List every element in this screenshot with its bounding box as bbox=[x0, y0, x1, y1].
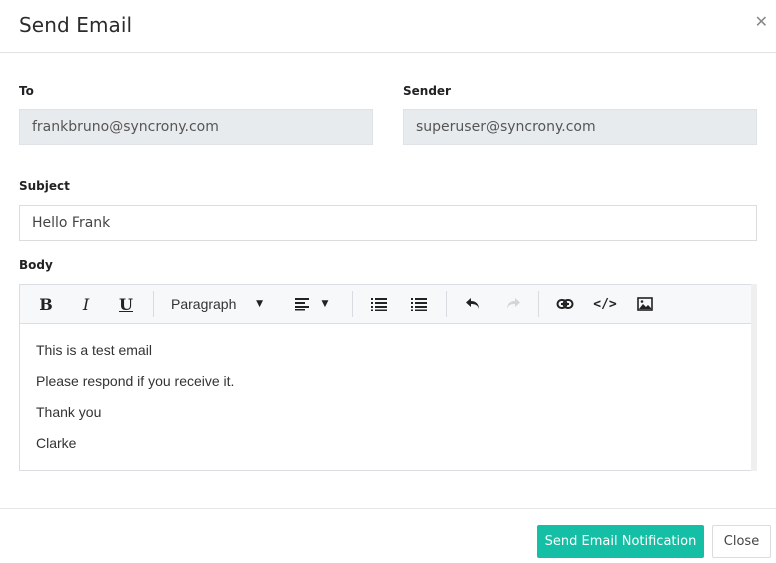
subject-input[interactable]: Hello Frank bbox=[19, 205, 757, 241]
editor-content[interactable]: This is a test email Please respond if y… bbox=[36, 342, 234, 466]
numbered-list-icon[interactable] bbox=[406, 292, 432, 316]
align-dropdown[interactable]: ▼ bbox=[286, 292, 336, 316]
toolbar-separator bbox=[153, 291, 154, 317]
send-email-button[interactable]: Send Email Notification bbox=[537, 525, 704, 558]
body-label: Body bbox=[19, 258, 53, 272]
to-label: To bbox=[19, 84, 34, 98]
toolbar-separator bbox=[538, 291, 539, 317]
editor-toolbar: B I U Paragraph ▼ ▼ </> bbox=[20, 285, 752, 324]
chevron-down-icon: ▼ bbox=[256, 299, 263, 309]
close-icon[interactable]: ✕ bbox=[755, 14, 768, 30]
sender-field[interactable]: superuser@syncrony.com bbox=[403, 109, 757, 145]
italic-icon[interactable]: I bbox=[74, 292, 98, 316]
body-line: Clarke bbox=[36, 435, 77, 451]
close-button[interactable]: Close bbox=[712, 525, 771, 558]
sender-label: Sender bbox=[403, 84, 451, 98]
body-line: Please respond if you receive it. bbox=[36, 373, 235, 389]
underline-icon[interactable]: U bbox=[114, 292, 138, 316]
to-field[interactable]: frankbruno@syncrony.com bbox=[19, 109, 373, 145]
dialog-header: Send Email ✕ bbox=[0, 0, 776, 53]
align-left-icon bbox=[294, 298, 309, 311]
bold-icon[interactable]: B bbox=[34, 292, 58, 316]
link-icon[interactable] bbox=[552, 292, 578, 316]
bullet-list-icon[interactable] bbox=[366, 292, 392, 316]
block-format-value: Paragraph bbox=[171, 296, 237, 312]
dialog-title: Send Email bbox=[19, 13, 133, 37]
chevron-down-icon: ▼ bbox=[321, 299, 329, 309]
image-icon[interactable] bbox=[632, 292, 658, 316]
body-line: Thank you bbox=[36, 404, 102, 420]
editor-scrollbar[interactable] bbox=[751, 284, 757, 471]
toolbar-separator bbox=[446, 291, 447, 317]
redo-icon[interactable] bbox=[500, 292, 526, 316]
subject-label: Subject bbox=[19, 179, 70, 193]
body-editor: B I U Paragraph ▼ ▼ </> This is a test e… bbox=[19, 284, 753, 471]
block-format-dropdown[interactable]: Paragraph ▼ bbox=[163, 292, 273, 316]
code-icon[interactable]: </> bbox=[592, 292, 618, 316]
toolbar-separator bbox=[352, 291, 353, 317]
body-line: This is a test email bbox=[36, 342, 152, 358]
undo-icon[interactable] bbox=[460, 292, 486, 316]
